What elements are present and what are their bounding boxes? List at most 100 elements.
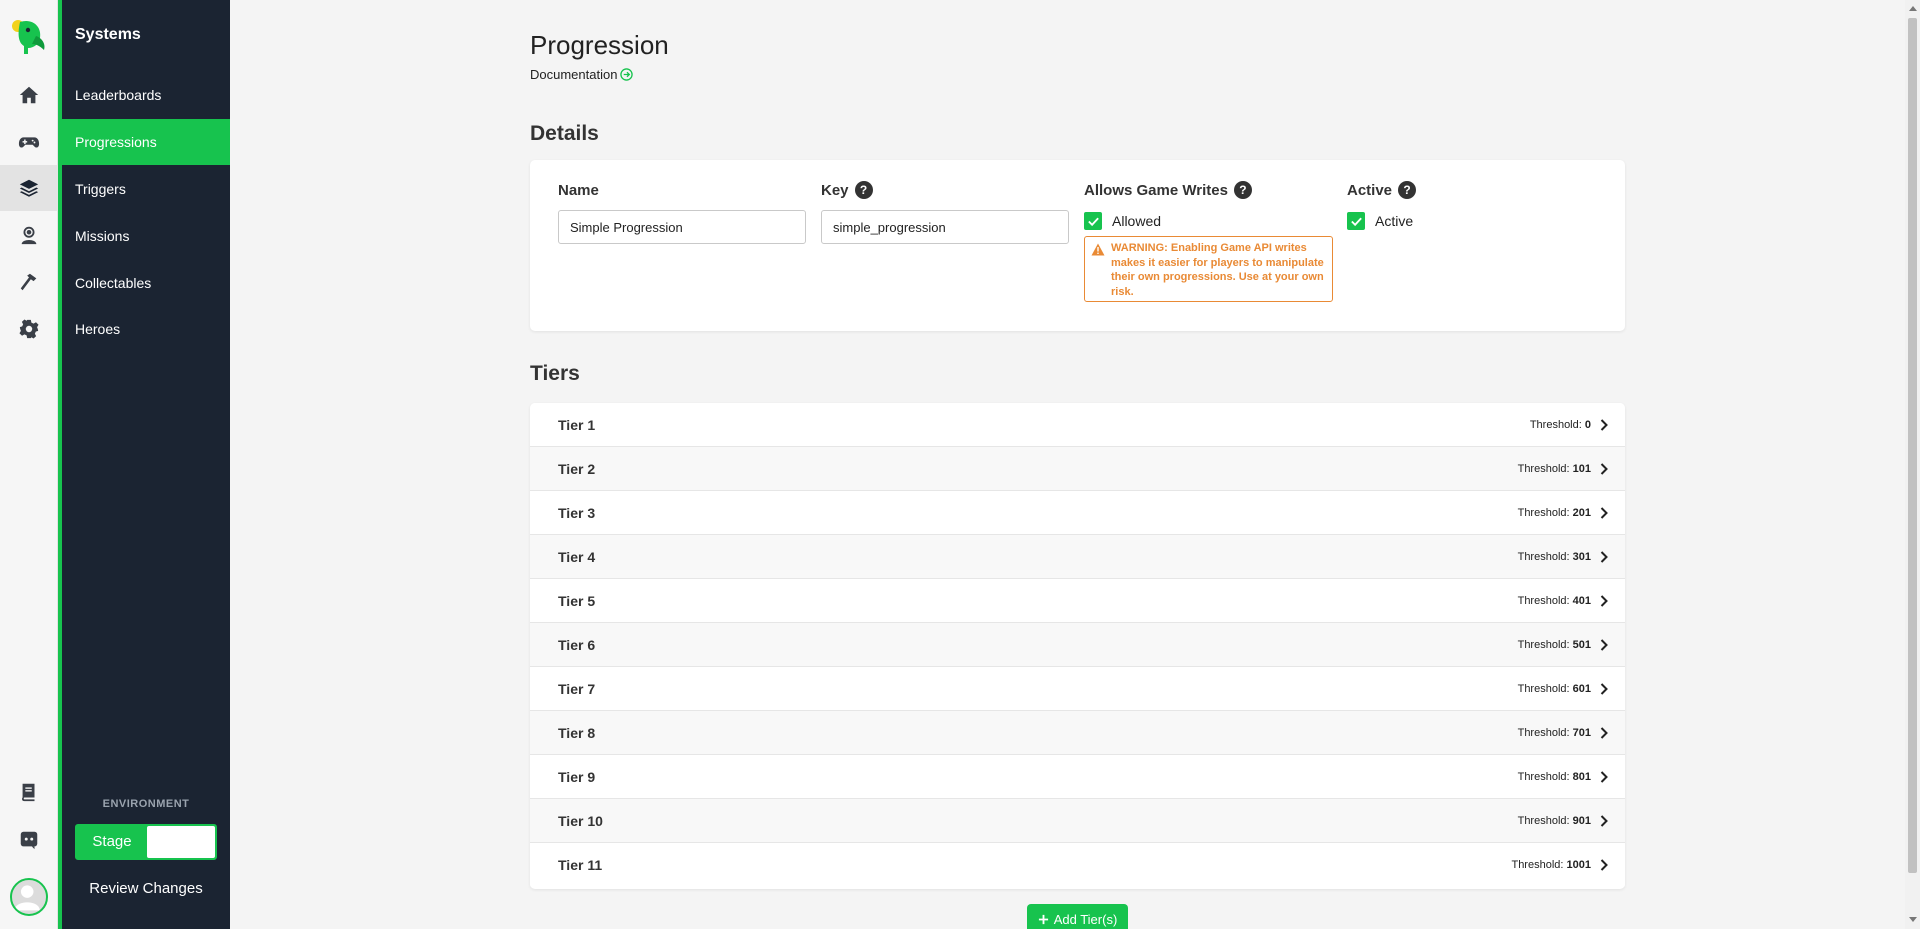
tier-row[interactable]: Tier 6 Threshold: 501 <box>530 623 1625 667</box>
game-writes-label: Allows Game Writes <box>1084 181 1228 199</box>
discord-icon[interactable] <box>0 817 58 863</box>
game-writes-warning: WARNING: Enabling Game API writes makes … <box>1084 236 1333 302</box>
parrot-logo-icon[interactable] <box>10 16 50 56</box>
user-headset-icon[interactable] <box>0 212 58 258</box>
tier-row[interactable]: Tier 9 Threshold: 801 <box>530 755 1625 799</box>
tier-name: Tier 6 <box>558 636 596 653</box>
active-checkbox-label: Active <box>1375 213 1414 229</box>
tier-threshold: Threshold: 1001 <box>1511 859 1591 871</box>
details-section-title: Details <box>530 122 599 145</box>
question-icon[interactable]: ? <box>1398 181 1417 199</box>
tier-row[interactable]: Tier 1 Threshold: 0 <box>530 403 1625 447</box>
key-label: Key <box>821 181 849 199</box>
page-scrollbar[interactable] <box>1905 0 1920 929</box>
allowed-checkbox-label: Allowed <box>1112 213 1162 229</box>
environment-toggle[interactable]: Stage <box>75 824 217 860</box>
gamepad-icon[interactable] <box>0 119 58 165</box>
sidebar-item-triggers[interactable]: Triggers <box>62 166 230 212</box>
tier-row[interactable]: Tier 2 Threshold: 101 <box>530 447 1625 491</box>
systems-sidebar: Systems Leaderboards Progressions Trigge… <box>62 0 230 929</box>
tier-name: Tier 1 <box>558 416 596 433</box>
sidebar-item-leaderboards[interactable]: Leaderboards <box>62 72 230 118</box>
active-checkbox[interactable]: Active <box>1347 212 1416 230</box>
scrollbar-thumb[interactable] <box>1908 18 1917 873</box>
game-writes-field-group: Allows Game Writes ? Allowed WARNING: En… <box>1084 180 1333 302</box>
active-label: Active <box>1347 181 1393 199</box>
tier-row[interactable]: Tier 7 Threshold: 601 <box>530 667 1625 711</box>
tier-threshold: Threshold: 101 <box>1517 462 1591 475</box>
tier-row[interactable]: Tier 4 Threshold: 301 <box>530 535 1625 579</box>
tier-name: Tier 11 <box>558 857 603 873</box>
layers-icon[interactable] <box>0 165 58 211</box>
key-input[interactable] <box>821 210 1069 244</box>
chevron-right-icon <box>1600 506 1608 519</box>
tier-name: Tier 8 <box>558 724 596 741</box>
question-icon[interactable]: ? <box>1233 181 1252 199</box>
chevron-right-icon <box>1600 418 1608 431</box>
tier-threshold: Threshold: 201 <box>1517 506 1591 519</box>
sidebar-item-progressions[interactable]: Progressions <box>62 119 230 165</box>
tier-row[interactable]: Tier 3 Threshold: 201 <box>530 491 1625 535</box>
tier-threshold: Threshold: 701 <box>1517 726 1591 739</box>
user-avatar[interactable] <box>10 878 48 916</box>
allowed-checkbox[interactable]: Allowed <box>1084 212 1333 230</box>
chevron-right-icon <box>1600 550 1608 563</box>
environment-label: ENVIRONMENT <box>102 798 190 810</box>
tier-threshold: Threshold: 301 <box>1517 550 1591 563</box>
tier-name: Tier 4 <box>558 548 596 565</box>
documentation-link[interactable]: Documentation <box>530 67 634 82</box>
details-card: Name Key ? Allows Game Writes ? Allowed … <box>530 160 1625 331</box>
scroll-down-arrow-icon[interactable] <box>1909 917 1917 922</box>
name-label: Name <box>558 181 599 199</box>
chevron-right-icon <box>1600 594 1608 607</box>
tier-threshold: Threshold: 401 <box>1517 594 1591 607</box>
environment-toggle-knob <box>147 826 215 858</box>
tiers-section-title: Tiers <box>530 362 580 385</box>
add-tier-button[interactable]: Add Tier(s) <box>1027 904 1128 929</box>
sidebar-title: Systems <box>75 26 141 43</box>
warning-text: WARNING: Enabling Game API writes makes … <box>1111 242 1324 298</box>
tier-row[interactable]: Tier 5 Threshold: 401 <box>530 579 1625 623</box>
checkmark-icon <box>1084 212 1102 230</box>
documentation-link-label: Documentation <box>530 67 618 82</box>
sidebar-item-heroes[interactable]: Heroes <box>62 306 230 352</box>
tier-name: Tier 10 <box>558 812 603 829</box>
chevron-right-icon <box>1600 726 1608 739</box>
tier-threshold: Threshold: 801 <box>1517 770 1591 783</box>
icon-rail <box>0 0 58 929</box>
tier-row[interactable]: Tier 8 Threshold: 701 <box>530 711 1625 755</box>
tier-name: Tier 3 <box>558 504 596 521</box>
tier-threshold: Threshold: 501 <box>1517 638 1591 651</box>
add-tier-button-label: Add Tier(s) <box>1053 911 1118 927</box>
warning-triangle-icon <box>1091 243 1105 256</box>
book-icon[interactable] <box>0 769 58 815</box>
sidebar-item-missions[interactable]: Missions <box>62 213 230 259</box>
key-field-group: Key ? <box>821 180 1069 244</box>
name-input[interactable] <box>558 210 806 244</box>
hammer-icon[interactable] <box>0 259 58 305</box>
gear-icon[interactable] <box>0 306 58 352</box>
chevron-right-icon <box>1600 859 1608 871</box>
review-changes-button[interactable]: Review Changes <box>62 880 230 897</box>
tier-name: Tier 9 <box>558 768 596 785</box>
sidebar-item-collectables[interactable]: Collectables <box>62 260 230 306</box>
chevron-right-icon <box>1600 682 1608 695</box>
page-title: Progression <box>530 30 669 60</box>
checkmark-icon <box>1347 212 1365 230</box>
tier-name: Tier 2 <box>558 460 596 477</box>
name-field-group: Name <box>558 180 806 244</box>
home-icon[interactable] <box>0 72 58 118</box>
tier-threshold: Threshold: 0 <box>1529 418 1591 431</box>
tier-name: Tier 5 <box>558 592 596 609</box>
chevron-right-icon <box>1600 638 1608 651</box>
tier-row[interactable]: Tier 10 Threshold: 901 <box>530 799 1625 843</box>
tier-threshold: Threshold: 601 <box>1517 682 1591 695</box>
chevron-right-icon <box>1600 462 1608 475</box>
chevron-right-icon <box>1600 770 1608 783</box>
arrow-circle-right-icon <box>620 68 634 81</box>
question-icon[interactable]: ? <box>854 181 873 199</box>
tier-row[interactable]: Tier 11 Threshold: 1001 <box>530 843 1625 887</box>
scroll-up-arrow-icon[interactable] <box>1909 6 1917 11</box>
environment-value: Stage <box>92 833 132 850</box>
plus-icon <box>1038 914 1048 924</box>
